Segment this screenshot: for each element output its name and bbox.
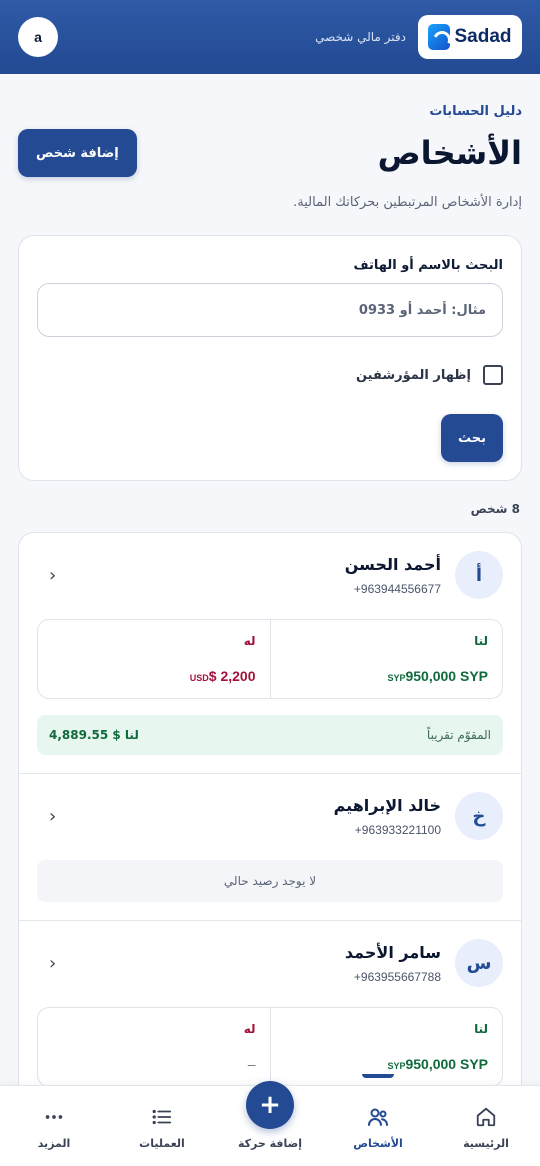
brand-logo: Sadad — [418, 15, 522, 59]
nav-more[interactable]: المزيد — [9, 1105, 99, 1150]
page-head: دليل الحسابات الأشخاص إضافة شخص إدارة ال… — [18, 104, 522, 210]
for-them-label: له — [243, 634, 256, 648]
show-archived-label[interactable]: إظهار المؤرشفين — [356, 368, 471, 383]
person-avatar: أ — [455, 551, 503, 599]
nav-people-label: الأشخاص — [353, 1137, 403, 1150]
for-us-label: لنا — [474, 634, 488, 648]
page-title: الأشخاص — [377, 134, 522, 172]
balance-box: لنا SYP950,000 SYP له USD$ 2,200 — [37, 619, 503, 699]
user-avatar[interactable]: a — [18, 17, 58, 57]
person-avatar: خ — [455, 792, 503, 840]
list-icon — [151, 1105, 173, 1129]
approx-value: لنا $ 4,889.55 — [49, 728, 139, 742]
search-button[interactable]: بحث — [441, 414, 503, 462]
person-phone: +963955667788 — [353, 969, 441, 984]
balance-for-them: له – — [38, 1008, 271, 1086]
person-phone: +963933221100 — [354, 822, 441, 837]
for-them-amount: USD$ 2,200 — [189, 668, 256, 684]
person-avatar: س — [455, 939, 503, 987]
users-icon — [366, 1105, 390, 1129]
add-person-button[interactable]: إضافة شخص — [18, 129, 137, 177]
chevron-left-icon[interactable]: ‹ — [37, 953, 56, 974]
nav-home[interactable]: الرئيسية — [441, 1105, 531, 1150]
balance-box: لنا SYP950,000 SYP له – — [37, 1007, 503, 1087]
home-icon — [475, 1105, 497, 1129]
logo-icon — [428, 24, 451, 50]
page-subtitle: إدارة الأشخاص المرتبطين بحركاتك المالية. — [293, 195, 522, 210]
person-phone: +963944556677 — [353, 581, 441, 596]
nav-add-transaction[interactable]: + إضافة حركة — [225, 1081, 315, 1150]
person-name: سامر الأحمد — [344, 942, 441, 962]
for-us-amount: SYP950,000 SYP — [387, 1056, 488, 1072]
balance-for-us: لنا SYP950,000 SYP — [271, 620, 503, 698]
plus-icon[interactable]: + — [246, 1081, 294, 1129]
chevron-left-icon[interactable]: ‹ — [37, 806, 56, 827]
approx-label: المقوّم تقريباً — [426, 728, 491, 742]
for-us-currency: SYP — [387, 1061, 406, 1071]
search-card: البحث بالاسم أو الهاتف مثال: أحمد أو 093… — [18, 235, 522, 481]
person-name: خالد الإبراهيم — [333, 795, 441, 815]
brand[interactable]: Sadad دفتر مالي شخصي — [315, 15, 522, 59]
for-them-amount: – — [247, 1056, 256, 1072]
active-indicator — [362, 1074, 394, 1078]
for-us-currency: SYP — [387, 673, 406, 683]
more-icon — [43, 1105, 65, 1129]
person-name: أحمد الحسن — [344, 554, 441, 574]
for-them-label: له — [243, 1022, 256, 1036]
no-balance-notice: لا يوجد رصيد حالي — [37, 860, 503, 902]
show-archived-checkbox[interactable] — [483, 365, 503, 385]
nav-people[interactable]: الأشخاص — [333, 1074, 423, 1150]
approx-total: المقوّم تقريباً لنا $ 4,889.55 — [37, 715, 503, 755]
for-us-amount: SYP950,000 SYP — [387, 668, 488, 684]
search-label: البحث بالاسم أو الهاتف — [353, 258, 503, 273]
brand-subtitle: دفتر مالي شخصي — [315, 30, 406, 44]
person-card[interactable]: أ أحمد الحسن +963944556677 ‹ لنا SYP950,… — [19, 533, 521, 774]
balance-for-them: له USD$ 2,200 — [38, 620, 271, 698]
nav-home-label: الرئيسية — [463, 1137, 509, 1150]
nav-operations[interactable]: العمليات — [117, 1105, 207, 1150]
people-list: أ أحمد الحسن +963944556677 ‹ لنا SYP950,… — [18, 532, 522, 1132]
breadcrumb[interactable]: دليل الحسابات — [18, 104, 522, 119]
for-them-currency: USD — [189, 673, 209, 683]
app-header: Sadad دفتر مالي شخصي a — [0, 0, 540, 74]
for-us-label: لنا — [474, 1022, 488, 1036]
person-card[interactable]: س سامر الأحمد +963955667788 ‹ لنا SYP950… — [19, 921, 521, 1105]
nav-add-label: إضافة حركة — [237, 1137, 303, 1150]
person-card[interactable]: خ خالد الإبراهيم +963933221100 ‹ لا يوجد… — [19, 774, 521, 921]
nav-operations-label: العمليات — [139, 1137, 185, 1150]
search-input[interactable]: مثال: أحمد أو 0933 — [37, 283, 503, 337]
bottom-nav: الرئيسية الأشخاص + إضافة حركة العمليات ا… — [0, 1074, 540, 1166]
results-count: 8 شخص — [470, 502, 520, 516]
chevron-left-icon[interactable]: ‹ — [37, 565, 56, 586]
brand-name: Sadad — [454, 26, 512, 47]
nav-more-label: المزيد — [37, 1137, 71, 1150]
